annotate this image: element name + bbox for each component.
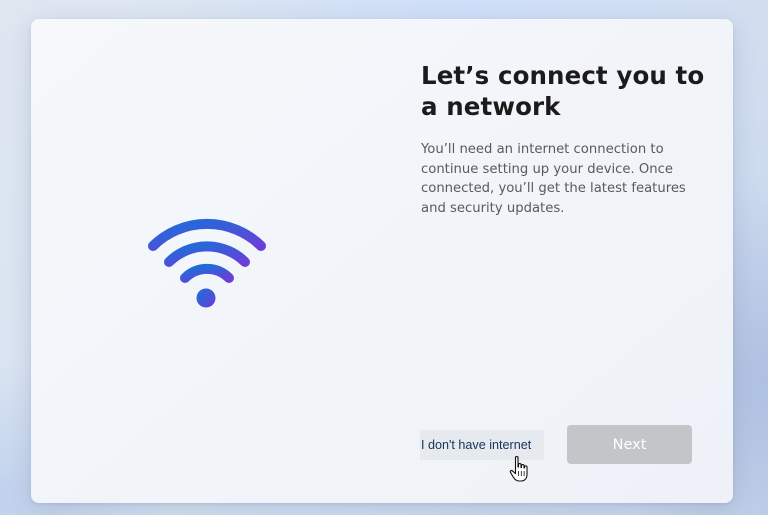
- page-description: You’ll need an internet connection to co…: [421, 142, 686, 216]
- page-title: Let’s connect you to a network: [421, 61, 705, 121]
- wifi-icon: [148, 218, 266, 308]
- next-button[interactable]: Next: [567, 425, 692, 464]
- hand-pointer-icon: [509, 455, 528, 482]
